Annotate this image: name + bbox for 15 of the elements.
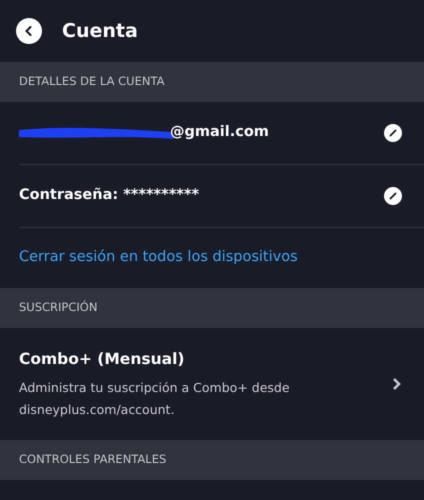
section-heading: CONTROLES PARENTALES xyxy=(0,440,424,480)
chevron-icon[interactable] xyxy=(392,377,402,391)
sign-out-link[interactable]: Cerrar sesión en todos los dispositivos xyxy=(19,228,298,288)
plan-description: Administra tu suscripción a Combo+ desde disneyplus.com/account. xyxy=(19,378,291,419)
page-title: Cuenta xyxy=(62,18,138,44)
edit-button[interactable] xyxy=(384,187,402,205)
email-text: @gmail.com xyxy=(170,123,269,142)
section-heading: DETALLES DE LA CUENTA xyxy=(0,62,424,102)
plan-name: Combo+ (Mensual) xyxy=(19,348,186,370)
pencil-icon xyxy=(389,129,397,137)
pencil-icon xyxy=(389,192,397,200)
edit-button[interactable] xyxy=(384,124,402,142)
back-button[interactable] xyxy=(16,18,42,44)
section-heading: SUSCRIPCIÓN xyxy=(0,288,424,328)
password-text: Contraseña: ********** xyxy=(19,186,200,206)
